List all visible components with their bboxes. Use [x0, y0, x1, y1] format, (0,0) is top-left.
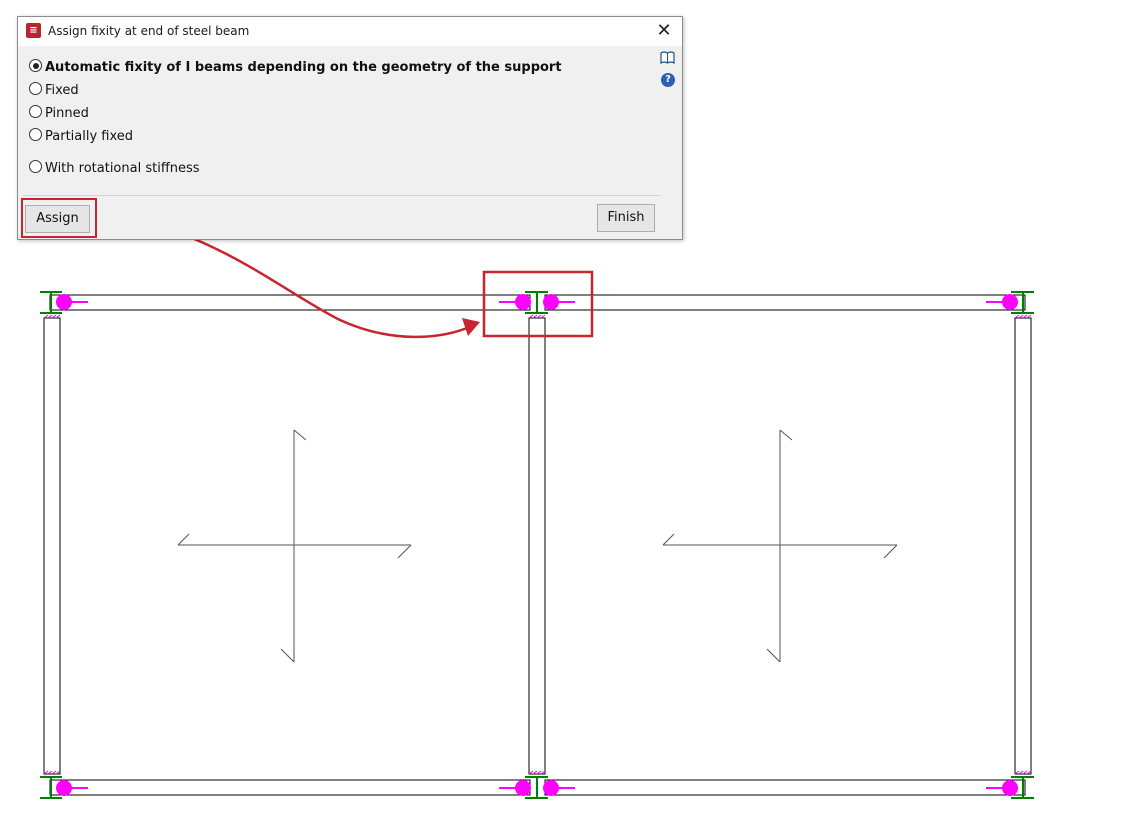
span-symbol-left [177, 429, 412, 663]
vertical-beam-left[interactable] [43, 317, 61, 775]
hinge-icon-top-middle-right[interactable] [543, 294, 575, 310]
highlight-box-assign [21, 198, 97, 238]
bottom-beam-right[interactable] [544, 779, 1026, 796]
assign-fixity-dialog: ≡ Assign fixity at end of steel beam ✕ A… [17, 16, 683, 240]
bottom-beam-left[interactable] [49, 779, 531, 796]
hinge-icon-top-left[interactable] [56, 294, 88, 310]
hinge-icon-bottom-right[interactable] [986, 780, 1018, 796]
radio-icon[interactable] [29, 160, 42, 173]
radio-icon[interactable] [29, 105, 42, 118]
vertical-beam-right[interactable] [1014, 317, 1032, 775]
slab-span-symbols [177, 429, 898, 663]
option-fixed[interactable]: Fixed [29, 82, 79, 98]
option-rotational-stiffness[interactable]: With rotational stiffness [29, 160, 200, 176]
dialog-separator [23, 195, 660, 196]
top-beam-right[interactable] [544, 294, 1026, 311]
hinge-icon-bottom-middle-right[interactable] [543, 780, 575, 796]
vertical-beam-middle[interactable] [528, 317, 546, 775]
hinge-icon-top-middle-left[interactable] [499, 294, 531, 310]
dialog-titlebar: ≡ Assign fixity at end of steel beam ✕ [18, 17, 682, 46]
radio-icon[interactable] [29, 59, 42, 72]
hinge-icon-top-right[interactable] [986, 294, 1018, 310]
hinge-icon-bottom-middle-left[interactable] [499, 780, 531, 796]
top-beam-left[interactable] [49, 294, 531, 311]
hinge-icon-bottom-left[interactable] [56, 780, 88, 796]
finish-button[interactable]: Finish [597, 204, 655, 232]
arrow-head-icon [462, 318, 480, 336]
dialog-title: Assign fixity at end of steel beam [48, 24, 250, 38]
span-symbol-right [662, 429, 898, 663]
radio-icon[interactable] [29, 82, 42, 95]
option-automatic-fixity[interactable]: Automatic fixity of I beams depending on… [29, 59, 562, 75]
option-pinned[interactable]: Pinned [29, 105, 89, 121]
close-icon[interactable]: ✕ [654, 20, 674, 42]
help-icon[interactable]: ? [661, 73, 675, 87]
option-partially-fixed[interactable]: Partially fixed [29, 128, 133, 144]
radio-icon[interactable] [29, 128, 42, 141]
book-icon[interactable] [660, 51, 675, 64]
app-icon: ≡ [26, 23, 41, 38]
